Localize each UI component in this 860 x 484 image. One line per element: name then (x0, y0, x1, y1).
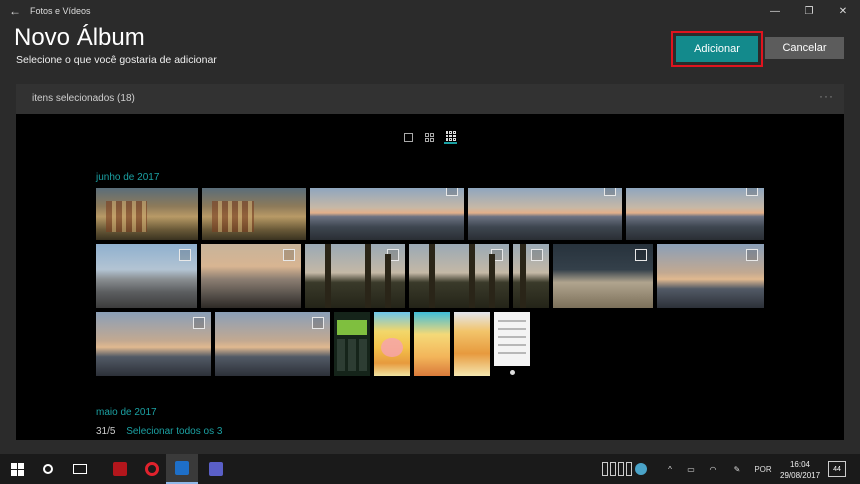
photo-tile[interactable] (468, 188, 622, 240)
photos-icon (175, 461, 189, 475)
clock-time: 16:04 (789, 460, 811, 469)
app-title: Fotos e Vídeos (30, 6, 91, 16)
photo-tile[interactable] (494, 312, 530, 366)
photo-tile[interactable] (96, 312, 211, 376)
photo-tile[interactable] (96, 244, 197, 308)
select-checkbox[interactable] (635, 249, 647, 261)
photo-tile[interactable] (513, 244, 549, 308)
select-checkbox[interactable] (531, 249, 543, 261)
select-checkbox[interactable] (746, 188, 758, 196)
view-size-toggles (402, 130, 457, 144)
photo-tile[interactable] (201, 244, 301, 308)
photo-tile[interactable] (96, 188, 198, 240)
taskbar-app-photos[interactable] (166, 454, 198, 484)
select-checkbox[interactable] (446, 188, 458, 196)
page-subtitle: Selecione o que você gostaria de adicion… (16, 54, 217, 66)
photo-gallery[interactable]: junho de 2017 maio de 2017 31/5 Selecion… (16, 114, 844, 440)
photo-tile[interactable] (626, 188, 764, 240)
wifi-icon[interactable]: ◠ (704, 454, 722, 484)
task-view-icon (73, 464, 87, 474)
photo-tile[interactable] (310, 188, 464, 240)
photo-tile[interactable] (553, 244, 653, 308)
close-button[interactable]: ✕ (826, 0, 860, 22)
month-header-may[interactable]: maio de 2017 (96, 407, 157, 418)
select-checkbox[interactable] (746, 249, 758, 261)
photo-tile[interactable] (334, 312, 370, 376)
back-button[interactable]: ← (0, 0, 30, 22)
acrobat-icon (113, 462, 127, 476)
cortana-circle-icon (43, 464, 53, 474)
select-checkbox[interactable] (193, 317, 205, 329)
teams-icon (209, 462, 223, 476)
taskbar-app-acrobat[interactable] (104, 454, 136, 484)
scroll-indicator (510, 370, 515, 375)
medium-view-icon[interactable] (423, 130, 436, 144)
large-view-icon[interactable] (402, 130, 415, 144)
more-options-icon[interactable]: ··· (819, 89, 834, 103)
input-language[interactable]: POR (752, 454, 774, 484)
photo-tile[interactable] (454, 312, 490, 376)
selected-count-label: itens selecionados (18) (32, 93, 135, 104)
opera-icon (145, 462, 159, 476)
task-view-button[interactable] (62, 454, 98, 484)
battery-icon (601, 462, 632, 476)
taskbar-app-opera[interactable] (136, 454, 168, 484)
select-checkbox[interactable] (604, 188, 616, 196)
start-button[interactable] (0, 454, 34, 484)
taskbar-app-teams[interactable] (200, 454, 232, 484)
photos-app-window: ← Fotos e Vídeos — ❐ ✕ Novo Álbum Seleci… (0, 0, 860, 454)
select-all-link[interactable]: Selecionar todos os 3 (126, 426, 222, 437)
photo-tile[interactable] (657, 244, 764, 308)
photo-tile[interactable] (215, 312, 330, 376)
show-hidden-icons-chevron-icon[interactable]: ^ (662, 454, 678, 484)
pen-icon[interactable]: ✎ (728, 454, 746, 484)
taskbar: ^ ▭ ◠ ✎ POR 16:04 29/08/2017 44 (0, 454, 860, 484)
minimize-button[interactable]: — (758, 0, 792, 22)
system-clock[interactable]: 16:04 29/08/2017 (780, 459, 820, 481)
battery-indicator[interactable] (596, 454, 652, 484)
add-button-highlight: Adicionar (671, 31, 763, 67)
clock-date: 29/08/2017 (780, 471, 821, 480)
select-checkbox[interactable] (387, 249, 399, 261)
cancel-button[interactable]: Cancelar (765, 37, 844, 59)
selection-bar: itens selecionados (18) ··· (16, 84, 844, 114)
moon-icon (634, 463, 647, 475)
tray-app-icon[interactable]: ▭ (682, 454, 700, 484)
date-group-header: 31/5 Selecionar todos os 3 (96, 426, 222, 437)
month-header-june[interactable]: junho de 2017 (96, 172, 159, 183)
photo-tile[interactable] (305, 244, 405, 308)
select-checkbox[interactable] (179, 249, 191, 261)
window-controls: — ❐ ✕ (758, 0, 860, 22)
notification-center-button[interactable]: 44 (828, 461, 846, 477)
select-checkbox[interactable] (283, 249, 295, 261)
windows-logo-icon (10, 462, 24, 476)
date-label: 31/5 (96, 426, 116, 437)
small-view-icon[interactable] (444, 130, 457, 144)
photo-tile[interactable] (409, 244, 509, 308)
select-checkbox[interactable] (491, 249, 503, 261)
cortana-button[interactable] (34, 454, 62, 484)
photo-tile[interactable] (414, 312, 450, 376)
photo-tile[interactable] (202, 188, 306, 240)
photo-tile[interactable] (374, 312, 410, 376)
maximize-button[interactable]: ❐ (792, 0, 826, 22)
add-button[interactable]: Adicionar (676, 36, 758, 62)
select-checkbox[interactable] (312, 317, 324, 329)
page-title: Novo Álbum (14, 24, 145, 51)
title-bar: ← Fotos e Vídeos — ❐ ✕ (0, 0, 860, 22)
